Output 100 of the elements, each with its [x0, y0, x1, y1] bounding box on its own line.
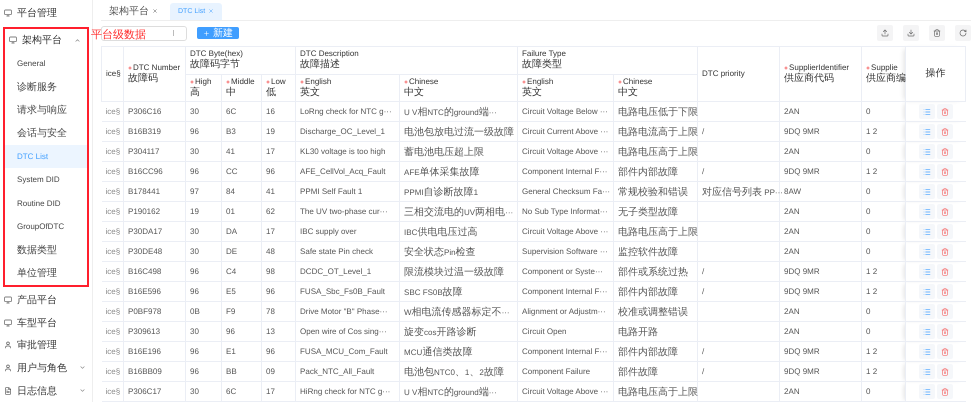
sidebar-subitem[interactable]: 诊断服务: [5, 74, 87, 98]
list-button[interactable]: [918, 284, 935, 299]
table-cell: F9: [222, 302, 262, 322]
list-button[interactable]: [918, 344, 935, 359]
delete-button[interactable]: [936, 284, 953, 299]
placeholder-glyph: ice§: [102, 162, 124, 182]
table-cell: 对应信号列表 PP···: [698, 182, 780, 202]
list-button[interactable]: [918, 244, 935, 259]
delete-button[interactable]: [936, 224, 953, 239]
table-cell: 41: [222, 142, 262, 162]
sidebar-item[interactable]: 架构平台: [5, 28, 87, 52]
table-cell: IBC supply over: [296, 222, 400, 242]
table-cell: B16E196: [124, 342, 186, 362]
table-cell: 电池包放电过流一级故障: [400, 122, 518, 142]
delete-button[interactable]: [936, 264, 953, 279]
sidebar-item[interactable]: 用户与角色: [0, 356, 92, 380]
close-icon[interactable]: [152, 8, 158, 14]
list-icon: [922, 168, 931, 176]
sidebar-item[interactable]: 车型平台: [0, 311, 92, 334]
refresh-button[interactable]: [955, 25, 971, 42]
list-button[interactable]: [918, 204, 935, 219]
list-button[interactable]: [918, 384, 935, 399]
delete-button[interactable]: [936, 384, 953, 399]
placeholder-glyph: ice§: [102, 102, 124, 122]
table-cell: 96: [186, 362, 222, 382]
delete-button[interactable]: [936, 164, 953, 179]
list-button[interactable]: [918, 144, 935, 159]
placeholder-glyph: ice§: [102, 282, 124, 302]
table-cell: LoRng check for NTC g···: [296, 102, 400, 122]
delete-button[interactable]: [936, 104, 953, 119]
table-cell: 19: [186, 202, 222, 222]
table-cell: 96: [186, 162, 222, 182]
table-cell: P306C17: [124, 382, 186, 402]
trash-icon: [940, 328, 949, 336]
delete-button[interactable]: [936, 204, 953, 219]
list-button[interactable]: [918, 324, 935, 339]
search-field[interactable]: [101, 26, 187, 41]
sidebar-subitem[interactable]: System DID: [5, 168, 87, 192]
sidebar-subitem[interactable]: Routine DID: [5, 191, 87, 215]
placeholder-glyph: ice§: [102, 182, 124, 202]
sidebar-subitem[interactable]: 单位管理: [5, 261, 87, 285]
delete-button[interactable]: [936, 344, 953, 359]
table-cell: 96: [186, 122, 222, 142]
sidebar-subitem[interactable]: General: [5, 52, 87, 75]
required-icon: [784, 66, 788, 70]
table-cell: 1 2: [862, 362, 906, 382]
monitor-icon: [4, 9, 12, 18]
sidebar-item[interactable]: 平台管理: [0, 2, 92, 25]
delete-button[interactable]: [936, 364, 953, 379]
table-cell: B16C498: [124, 262, 186, 282]
table-cell: DA: [222, 222, 262, 242]
list-icon: [922, 388, 931, 396]
sidebar-subitem[interactable]: 会话与安全: [5, 122, 87, 145]
list-button[interactable]: [918, 164, 935, 179]
table-cell: 98: [262, 262, 296, 282]
chevron-down-icon: [79, 387, 86, 394]
sidebar-item[interactable]: 日志信息: [0, 379, 92, 402]
sidebar-subitem[interactable]: 请求与响应: [5, 98, 87, 122]
table-cell: No Sub Type Informat···: [518, 202, 614, 222]
trash-icon: [940, 208, 949, 216]
list-icon: [922, 328, 931, 336]
table-cell: 2AN: [780, 242, 862, 262]
column-header: Supplie 供应商编: [862, 46, 906, 102]
list-button[interactable]: [918, 104, 935, 119]
delete-button[interactable]: [936, 144, 953, 159]
table-cell: /: [698, 262, 780, 282]
delete-button[interactable]: [936, 244, 953, 259]
delete-button[interactable]: [936, 304, 953, 319]
table-cell: 部件内部故障: [614, 162, 698, 182]
delete-button[interactable]: [929, 25, 945, 42]
list-icon: [922, 248, 931, 256]
delete-button[interactable]: [936, 124, 953, 139]
table-cell: 17: [262, 142, 296, 162]
list-button[interactable]: [918, 224, 935, 239]
list-button[interactable]: [918, 124, 935, 139]
table-cell: SBC FS0B故障: [400, 282, 518, 302]
list-button[interactable]: [918, 364, 935, 379]
list-button[interactable]: [918, 304, 935, 319]
sidebar-subitem[interactable]: 数据类型: [5, 238, 87, 262]
list-button[interactable]: [918, 184, 935, 199]
upload-button[interactable]: [877, 25, 893, 42]
delete-button[interactable]: [936, 184, 953, 199]
download-button[interactable]: [903, 25, 919, 42]
sidebar-subitem[interactable]: GroupOfDTC: [5, 214, 87, 238]
table-cell: 17: [262, 382, 296, 402]
table-cell: 常规校验和错误: [614, 182, 698, 202]
table-cell: 41: [262, 182, 296, 202]
sidebar-item[interactable]: 产品平台: [0, 288, 92, 312]
tab[interactable]: 架构平台: [101, 2, 166, 20]
list-button[interactable]: [918, 264, 935, 279]
sidebar-item[interactable]: 审批管理: [0, 334, 92, 357]
column-header: DTC Description 故障描述: [296, 46, 518, 74]
list-icon: [922, 228, 931, 236]
column-header: English 英文: [518, 74, 614, 102]
table-cell: 2AN: [780, 102, 862, 122]
delete-button[interactable]: [936, 324, 953, 339]
table-cell: 78: [262, 302, 296, 322]
table-cell: 无子类型故障: [614, 202, 698, 222]
table-cell: Component Failure: [518, 362, 614, 382]
document-icon: [4, 386, 12, 395]
